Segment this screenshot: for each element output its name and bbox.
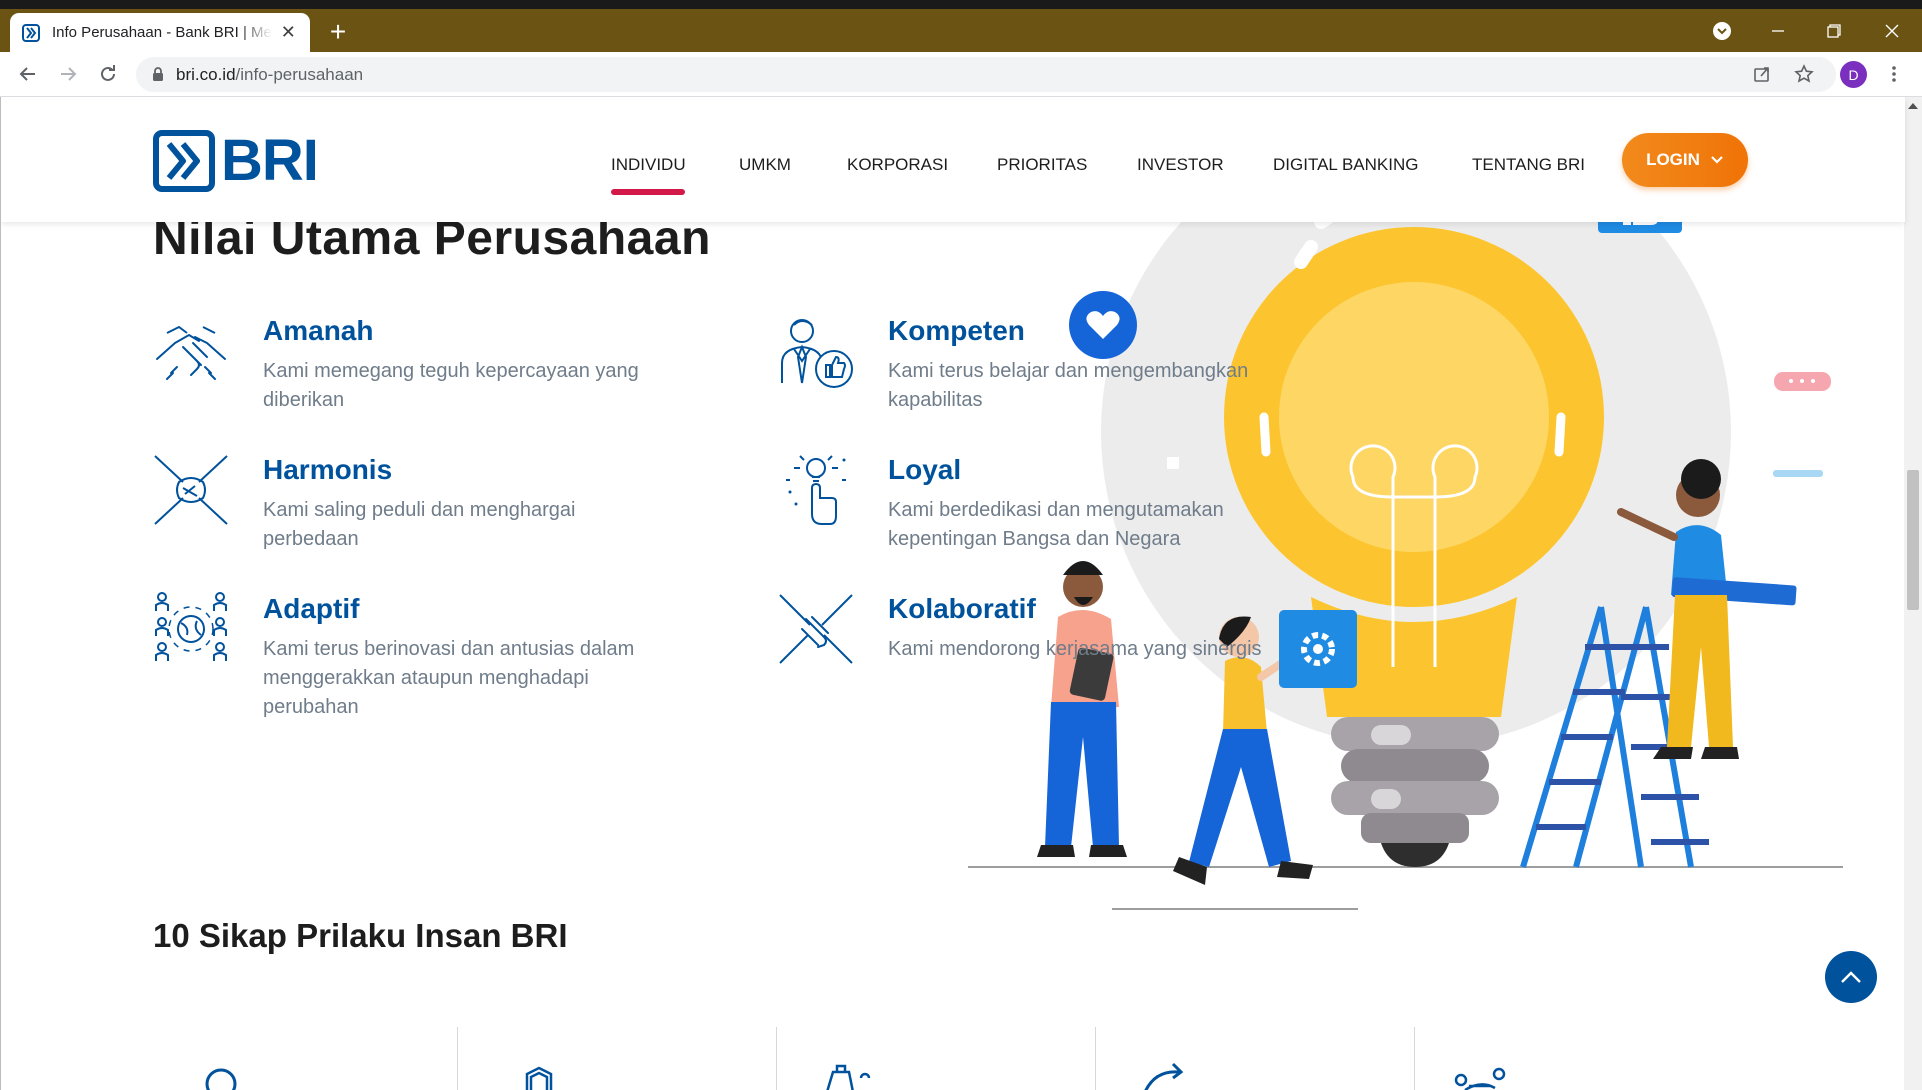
window-frame xyxy=(0,0,1922,9)
page-scrollbar[interactable] xyxy=(1904,97,1922,1090)
value-title: Harmonis xyxy=(263,454,393,485)
reload-icon[interactable] xyxy=(94,60,122,88)
value-description: Kami saling peduli dan menghargai perbed… xyxy=(263,499,576,550)
scroll-up-icon[interactable] xyxy=(1908,103,1918,109)
scroll-thumb[interactable] xyxy=(1907,470,1919,610)
share-icon[interactable] xyxy=(1748,60,1776,88)
nav-tentang-bri[interactable]: TENTANG BRI xyxy=(1472,155,1585,175)
nav-korporasi[interactable]: KORPORASI xyxy=(847,155,948,175)
shield-icon xyxy=(525,1066,553,1090)
bookmark-star-icon[interactable] xyxy=(1790,60,1818,88)
column-divider xyxy=(1414,1027,1415,1090)
tools-icon xyxy=(826,1064,871,1090)
kebab-menu-icon[interactable] xyxy=(1880,60,1908,88)
forward-arrow-icon[interactable] xyxy=(54,60,82,88)
person-icon xyxy=(205,1068,237,1090)
tab-search-icon[interactable] xyxy=(1702,17,1742,45)
restore-icon[interactable] xyxy=(1814,17,1854,45)
url-domain: bri.co.id xyxy=(176,64,236,84)
active-nav-indicator xyxy=(611,189,685,195)
nav-umkm[interactable]: UMKM xyxy=(739,155,791,175)
value-description: Kami terus belajar dan mengembangkan kap… xyxy=(888,360,1249,411)
close-window-icon[interactable] xyxy=(1872,17,1912,45)
value-title: Kolaboratif xyxy=(888,593,1036,624)
value-title: Amanah xyxy=(263,315,374,346)
sikap-section-title: 10 Sikap Prilaku Insan BRI xyxy=(153,917,568,954)
value-description: Kami berdedikasi dan mengutamakan kepent… xyxy=(888,499,1224,550)
value-title: Kompeten xyxy=(888,315,1025,346)
value-description: Kami mendorong kerjasama yang sinergis xyxy=(888,638,1262,660)
back-arrow-icon[interactable] xyxy=(14,60,42,88)
address-bar[interactable]: bri.co.id/info-perusahaan xyxy=(136,57,1836,92)
value-title: Loyal xyxy=(888,454,962,485)
tab-bar: Info Perusahaan - Bank BRI | Melayani De… xyxy=(0,9,1922,52)
bri-logo-mark-icon xyxy=(153,129,215,192)
login-label: LOGIN xyxy=(1646,150,1700,169)
site-header: BRI INDIVIDU UMKM KORPORASI PRIORITAS IN… xyxy=(1,97,1905,222)
nav-individu[interactable]: INDIVIDU xyxy=(611,155,686,175)
professional-thumbs-up-icon xyxy=(781,319,853,388)
handshake-icon xyxy=(156,325,226,380)
page-viewport: BRI INDIVIDU UMKM KORPORASI PRIORITAS IN… xyxy=(0,97,1922,1090)
global-people-icon xyxy=(155,592,227,661)
url-path: /info-perusahaan xyxy=(235,64,364,84)
logo-text: BRI xyxy=(221,128,319,193)
back-to-top-button[interactable] xyxy=(1825,951,1877,1003)
chevron-up-icon xyxy=(1840,970,1862,984)
profile-avatar[interactable]: D xyxy=(1840,61,1867,88)
nav-digital-banking[interactable]: DIGITAL BANKING xyxy=(1273,155,1418,175)
idea-hand-icon xyxy=(786,455,846,525)
value-description: Kami memegang teguh kepercayaan yang dib… xyxy=(263,360,639,411)
refresh-cycle-icon xyxy=(1144,1062,1184,1090)
bri-logo[interactable]: BRI xyxy=(153,127,319,194)
bri-favicon-icon xyxy=(22,23,40,42)
minimize-icon[interactable] xyxy=(1758,17,1798,45)
tab-title: Info Perusahaan - Bank BRI | Melayani De… xyxy=(52,24,272,41)
collaboration-hands-icon xyxy=(779,594,853,664)
chevron-down-icon xyxy=(1710,155,1724,165)
network-people-icon xyxy=(1454,1067,1506,1090)
tab-close-icon[interactable]: ✕ xyxy=(278,22,298,43)
nav-prioritas[interactable]: PRIORITAS xyxy=(997,155,1087,175)
nav-investor[interactable]: INVESTOR xyxy=(1137,155,1224,175)
column-divider xyxy=(457,1027,458,1090)
browser-toolbar: bri.co.id/info-perusahaan D xyxy=(0,52,1922,97)
joined-hands-icon xyxy=(154,455,228,525)
value-description: Kami terus berinovasi dan antusias dalam… xyxy=(263,638,635,718)
value-title: Adaptif xyxy=(263,593,360,624)
column-divider xyxy=(1095,1027,1096,1090)
browser-tab[interactable]: Info Perusahaan - Bank BRI | Melayani De… xyxy=(10,13,310,52)
new-tab-icon[interactable]: + xyxy=(324,18,352,47)
login-button[interactable]: LOGIN xyxy=(1622,133,1748,187)
column-divider xyxy=(776,1027,777,1090)
lock-icon xyxy=(152,67,164,82)
